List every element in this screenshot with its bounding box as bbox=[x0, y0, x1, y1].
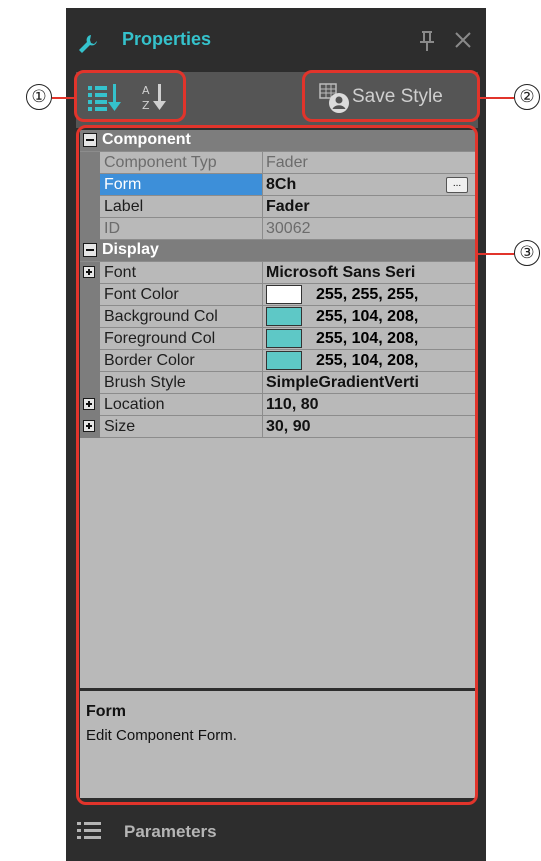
category-label: Display bbox=[102, 241, 159, 258]
property-value[interactable]: 255, 104, 208, bbox=[316, 330, 418, 348]
property-name: Font bbox=[104, 264, 137, 281]
callout-number-1: ① bbox=[26, 84, 52, 110]
property-name: Form bbox=[100, 174, 262, 195]
save-style-button[interactable]: Save Style bbox=[316, 80, 472, 116]
property-name: Brush Style bbox=[104, 374, 186, 391]
property-row-size[interactable]: Size 30, 90 bbox=[80, 416, 476, 438]
categorized-list-icon[interactable] bbox=[84, 80, 124, 114]
callout-line-3 bbox=[478, 253, 514, 255]
category-component[interactable]: Component bbox=[80, 130, 476, 152]
property-value[interactable]: Fader bbox=[266, 198, 476, 216]
property-row-foreground-color[interactable]: Foreground Col 255, 104, 208, bbox=[80, 328, 476, 350]
property-name: Size bbox=[104, 418, 136, 435]
property-name: Background Col bbox=[104, 308, 218, 325]
callout-number-3: ③ bbox=[514, 240, 540, 266]
collapse-icon[interactable] bbox=[83, 243, 97, 257]
window-title: Properties bbox=[122, 29, 212, 49]
property-value[interactable]: 255, 104, 208, bbox=[316, 308, 418, 326]
property-value[interactable]: SimpleGradientVerti bbox=[266, 374, 476, 392]
alphabetical-sort-icon[interactable]: A Z bbox=[136, 80, 176, 114]
property-row-background-color[interactable]: Background Col 255, 104, 208, bbox=[80, 306, 476, 328]
svg-text:A: A bbox=[142, 84, 150, 97]
color-swatch bbox=[266, 307, 302, 326]
form-edit-button[interactable]: ... bbox=[446, 177, 468, 193]
property-name: Font Color bbox=[104, 286, 179, 303]
property-row-border-color[interactable]: Border Color 255, 104, 208, bbox=[80, 350, 476, 372]
property-value: 30062 bbox=[266, 220, 311, 237]
color-swatch bbox=[266, 285, 302, 304]
property-row-location[interactable]: Location 110, 80 bbox=[80, 394, 476, 416]
expand-icon[interactable] bbox=[83, 266, 95, 278]
property-row-brush-style[interactable]: Brush Style SimpleGradientVerti bbox=[80, 372, 476, 394]
property-value[interactable]: Microsoft Sans Seri bbox=[266, 264, 476, 282]
category-label: Component bbox=[102, 131, 191, 148]
property-value[interactable]: 110, 80 bbox=[266, 396, 476, 414]
property-value[interactable]: 255, 255, 255, bbox=[316, 286, 418, 304]
title-bar: Properties bbox=[66, 8, 486, 74]
expand-icon[interactable] bbox=[83, 398, 95, 410]
property-value: Fader bbox=[266, 154, 308, 171]
property-name: Component Typ bbox=[104, 154, 217, 171]
property-row-font[interactable]: Font Microsoft Sans Seri bbox=[80, 262, 476, 284]
property-value: 8Ch bbox=[266, 176, 297, 193]
svg-text:Z: Z bbox=[142, 99, 150, 112]
callout-line-1 bbox=[52, 97, 74, 99]
close-icon[interactable] bbox=[454, 31, 472, 49]
parameters-label: Parameters bbox=[124, 822, 217, 841]
property-name: Location bbox=[104, 396, 165, 413]
property-name: ID bbox=[104, 220, 120, 237]
property-value[interactable]: 255, 104, 208, bbox=[316, 352, 418, 370]
save-style-label: Save Style bbox=[352, 86, 443, 107]
category-display[interactable]: Display bbox=[80, 240, 476, 262]
collapse-icon[interactable] bbox=[83, 133, 97, 147]
description-text: Edit Component Form. bbox=[86, 727, 237, 744]
description-title: Form bbox=[86, 703, 126, 720]
callout-number-2: ② bbox=[514, 84, 540, 110]
property-grid[interactable]: Component Component Typ Fader Form 8Ch .… bbox=[80, 130, 476, 688]
properties-toolbar: A Z Save Style bbox=[76, 72, 478, 128]
property-row-label[interactable]: Label Fader bbox=[80, 196, 476, 218]
properties-panel: Properties A Z Save Style Component Comp… bbox=[66, 8, 486, 861]
parameters-tab[interactable]: Parameters bbox=[66, 806, 486, 861]
property-row-id[interactable]: ID 30062 bbox=[80, 218, 476, 240]
property-row-font-color[interactable]: Font Color 255, 255, 255, bbox=[80, 284, 476, 306]
list-icon bbox=[77, 822, 101, 839]
description-pane: Form Edit Component Form. bbox=[80, 691, 476, 798]
color-swatch bbox=[266, 351, 302, 370]
wrench-icon bbox=[79, 35, 97, 53]
expand-icon[interactable] bbox=[83, 420, 95, 432]
property-name: Label bbox=[104, 198, 144, 215]
property-row-form[interactable]: Form 8Ch ... bbox=[80, 174, 476, 196]
property-value[interactable]: 30, 90 bbox=[266, 418, 476, 436]
property-name: Border Color bbox=[104, 352, 195, 369]
callout-line-2 bbox=[480, 97, 514, 99]
property-row-component-type[interactable]: Component Typ Fader bbox=[80, 152, 476, 174]
property-name: Foreground Col bbox=[104, 330, 216, 347]
save-style-icon bbox=[319, 83, 349, 113]
pin-icon[interactable] bbox=[418, 30, 436, 52]
color-swatch bbox=[266, 329, 302, 348]
